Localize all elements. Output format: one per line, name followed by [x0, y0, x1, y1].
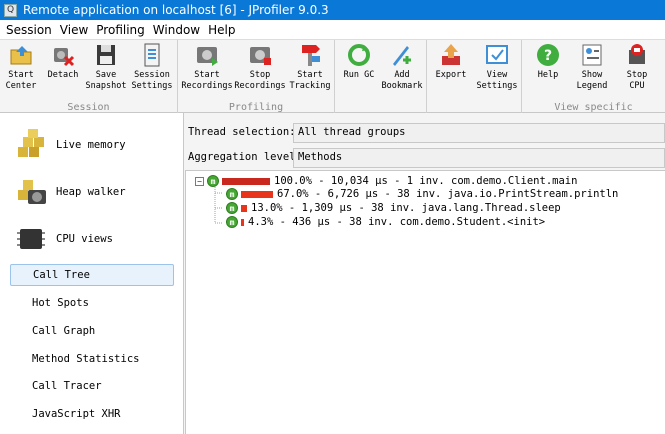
- tree-node-label: 13.0% - 1,309 µs - 38 inv. java.lang.Thr…: [251, 202, 561, 214]
- start-recordings-button[interactable]: Start Recordings: [181, 42, 233, 92]
- cpu-views-icon: [17, 229, 45, 249]
- stop-cpu-icon: [629, 44, 645, 64]
- stop-cpu-button[interactable]: Stop CPU: [619, 42, 655, 92]
- tree-node-label: 100.0% - 10,034 µs - 1 inv. com.demo.Cli…: [274, 175, 578, 187]
- sidebar-item-label: Call Graph: [32, 325, 96, 337]
- section-heap-walker-label: Heap walker: [56, 186, 126, 198]
- start-center-button[interactable]: Start Center: [4, 42, 38, 92]
- show-legend-button[interactable]: Show Legend: [572, 42, 612, 92]
- view-settings-button[interactable]: View Settings: [475, 42, 519, 92]
- sidebar-item-hot-spots[interactable]: Hot Spots: [10, 292, 174, 314]
- section-heap-walker[interactable]: Heap walker: [14, 176, 126, 208]
- section-cpu-views[interactable]: CPU views: [14, 223, 113, 255]
- menu-profiling[interactable]: Profiling: [92, 23, 149, 37]
- help-icon: ?: [537, 44, 559, 66]
- start-tracking-button[interactable]: Start Tracking: [289, 42, 331, 92]
- sidebar-item-call-graph[interactable]: Call Graph: [10, 320, 174, 342]
- sidebar-item-method-statistics[interactable]: Method Statistics: [10, 348, 174, 370]
- tree-node-sleep[interactable]: m 13.0% - 1,309 µs - 38 inv. java.lang.T…: [226, 201, 561, 215]
- toolbar-group-gc: Run GC Add Bookmark: [335, 40, 427, 114]
- export-button[interactable]: Export: [433, 42, 469, 81]
- save-snapshot-button[interactable]: Save Snapshot: [86, 42, 126, 92]
- thread-selection-value: All thread groups: [298, 126, 406, 138]
- run-gc-icon: [348, 44, 370, 66]
- toolbar-group-session: Start Center Detach Save Snapshot Sessio…: [0, 40, 178, 114]
- live-memory-icon: [18, 129, 44, 157]
- sidebar-item-label: JavaScript XHR: [32, 408, 121, 420]
- detach-icon: [54, 48, 75, 67]
- detach-button[interactable]: Detach: [46, 42, 80, 81]
- help-button[interactable]: ? Help: [530, 42, 566, 81]
- sidebar-item-label: Call Tracer: [32, 380, 102, 392]
- start-recordings-icon: [197, 47, 218, 66]
- toolbar-group-view-specific-label: View specific: [554, 102, 633, 113]
- sidebar-item-call-tree[interactable]: Call Tree: [10, 264, 174, 286]
- toolbar-group-export: Export View Settings: [427, 40, 522, 114]
- time-bar: [222, 177, 270, 185]
- tree-node-println[interactable]: m 67.0% - 6,726 µs - 38 inv. java.io.Pri…: [226, 187, 618, 201]
- aggregation-level-label: Aggregation level:: [188, 151, 302, 163]
- show-legend-icon: [582, 44, 602, 66]
- menu-view[interactable]: View: [56, 23, 92, 37]
- sidebar-item-javascript-xhr[interactable]: JavaScript XHR: [10, 403, 174, 425]
- run-gc-button[interactable]: Run GC: [341, 42, 377, 81]
- toolbar-group-profiling: Start Recordings Stop Recordings Start T…: [178, 40, 335, 114]
- menu-session[interactable]: Session: [2, 23, 56, 37]
- svg-text:?: ?: [544, 48, 552, 64]
- tree-node-label: 67.0% - 6,726 µs - 38 inv. java.io.Print…: [277, 188, 619, 200]
- view-settings-icon: [486, 45, 508, 64]
- stop-recordings-button[interactable]: Stop Recordings: [234, 42, 286, 92]
- method-icon: m: [226, 188, 238, 200]
- time-bar: [241, 218, 244, 226]
- save-snapshot-icon: [97, 45, 115, 65]
- section-cpu-views-label: CPU views: [56, 233, 113, 245]
- method-icon: m: [226, 216, 238, 228]
- tree-node-root[interactable]: − m 100.0% - 10,034 µs - 1 inv. com.demo…: [195, 174, 577, 188]
- thread-selection-dropdown[interactable]: All thread groups: [293, 123, 665, 143]
- toolbar-group-view-specific: ? Help Show Legend Stop CPU View specifi…: [522, 40, 665, 114]
- tree-node-label: 4.3% - 436 µs - 38 inv. com.demo.Student…: [248, 216, 546, 228]
- call-tree: − m 100.0% - 10,034 µs - 1 inv. com.demo…: [185, 170, 665, 434]
- aggregation-level-dropdown[interactable]: Methods: [293, 148, 665, 168]
- sidebar-item-label: Hot Spots: [32, 297, 89, 309]
- export-icon: [442, 44, 460, 65]
- aggregation-level-value: Methods: [298, 151, 343, 163]
- menu-help[interactable]: Help: [204, 23, 239, 37]
- view-selector-panel: Live memory Heap walker CPU views Call T…: [0, 113, 184, 434]
- call-tree-view: Thread selection: All thread groups Aggr…: [184, 113, 665, 434]
- method-icon: m: [207, 175, 219, 187]
- start-center-icon: [10, 46, 32, 65]
- section-live-memory[interactable]: Live memory: [14, 129, 126, 161]
- title-bar: Q Remote application on localhost [6] - …: [0, 0, 665, 20]
- time-bar: [241, 204, 247, 212]
- thread-selection-label: Thread selection:: [188, 126, 296, 138]
- window-title: Remote application on localhost [6] - JP…: [23, 3, 329, 17]
- tree-node-student-init[interactable]: m 4.3% - 436 µs - 38 inv. com.demo.Stude…: [226, 215, 545, 229]
- session-settings-button[interactable]: Session Settings: [131, 42, 173, 92]
- menu-window[interactable]: Window: [149, 23, 204, 37]
- collapse-icon[interactable]: −: [195, 176, 204, 186]
- method-icon: m: [226, 202, 238, 214]
- stop-recordings-icon: [250, 47, 271, 65]
- sidebar-item-call-tracer[interactable]: Call Tracer: [10, 375, 174, 397]
- toolbar-group-session-label: Session: [67, 102, 110, 113]
- section-live-memory-label: Live memory: [56, 139, 126, 151]
- add-bookmark-icon: [393, 46, 411, 66]
- sidebar-item-label: Call Tree: [33, 269, 90, 281]
- heap-walker-icon: [18, 180, 46, 204]
- add-bookmark-button[interactable]: Add Bookmark: [381, 42, 423, 92]
- menu-bar: Session View Profiling Window Help: [0, 20, 665, 39]
- start-tracking-icon: [302, 45, 320, 66]
- app-icon: Q: [4, 3, 17, 17]
- session-settings-icon: [144, 43, 160, 67]
- toolbar-group-profiling-label: Profiling: [228, 102, 284, 113]
- time-bar: [241, 190, 273, 198]
- sidebar-item-label: Method Statistics: [32, 353, 140, 365]
- toolbar: Start Center Detach Save Snapshot Sessio…: [0, 39, 665, 114]
